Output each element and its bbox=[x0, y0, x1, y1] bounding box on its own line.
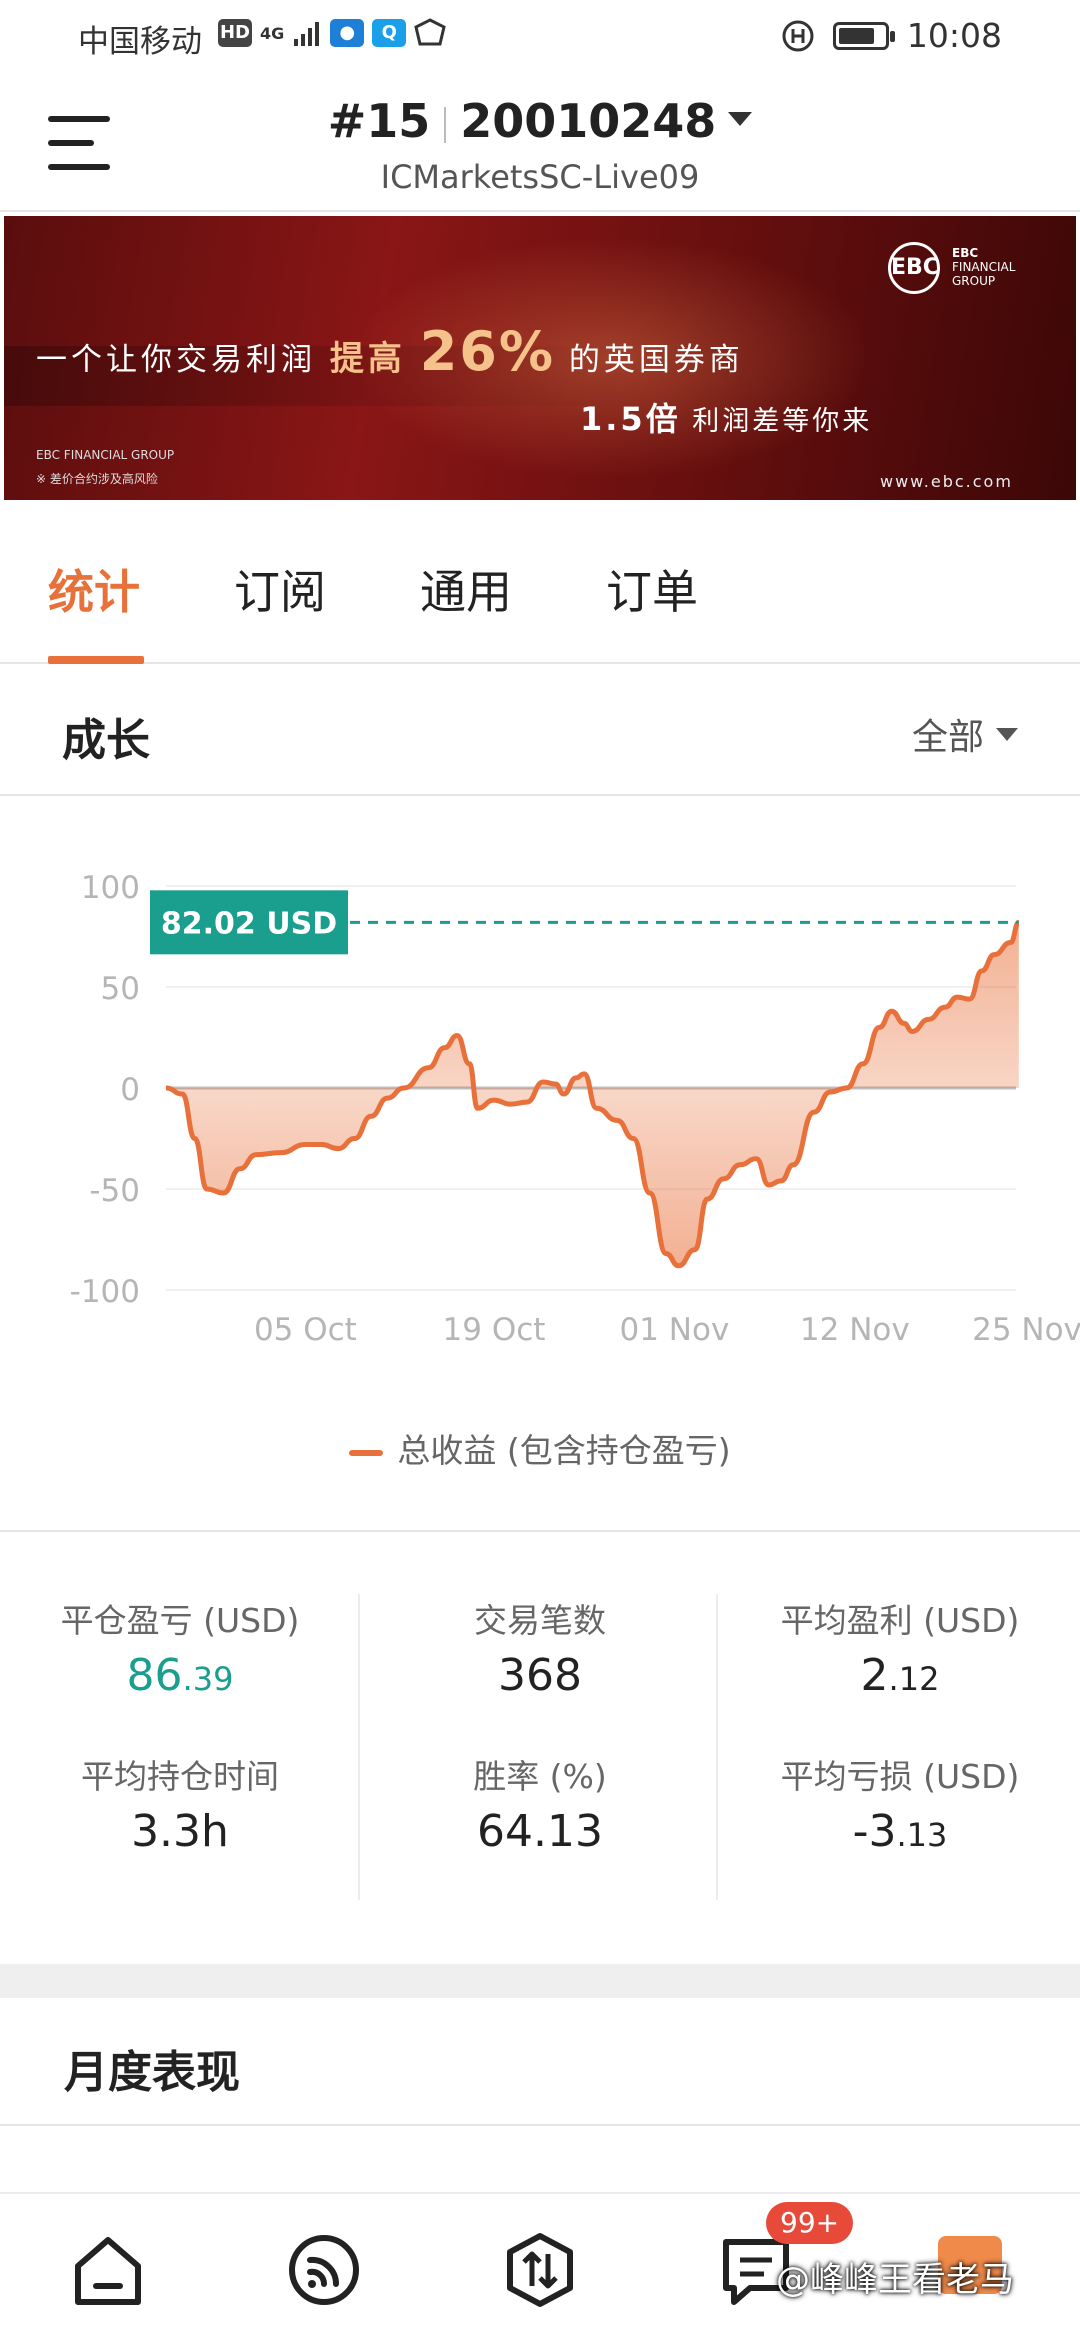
tab-subscribe[interactable]: 订阅 bbox=[234, 556, 326, 622]
stat-trade-count: 交易笔数 368 bbox=[360, 1594, 720, 1701]
account-header: #15 20010248 ICMarketsSC-Live09 bbox=[0, 72, 1080, 212]
tab-general[interactable]: 通用 bbox=[420, 556, 512, 622]
stat-closed-pnl: 平仓盈亏 (USD) 86.39 bbox=[0, 1594, 360, 1701]
clock: 10:08 bbox=[906, 16, 1002, 55]
divider bbox=[716, 1594, 718, 1900]
status-icons: HD 4G ● Q bbox=[218, 18, 446, 48]
feed-icon[interactable] bbox=[284, 2230, 364, 2310]
banner-multiplier: 1.5倍 bbox=[580, 400, 681, 438]
y-tick-label: -50 bbox=[89, 1173, 140, 1209]
active-tab-indicator bbox=[48, 656, 144, 664]
stat-value: 3.3h bbox=[131, 1806, 229, 1857]
notification-badge: 99+ bbox=[766, 2202, 854, 2244]
banner-risk-note: ※ 差价合约涉及高风险 bbox=[36, 472, 158, 486]
growth-title: 成长 bbox=[62, 715, 150, 766]
tab-stats[interactable]: 统计 bbox=[48, 556, 140, 622]
trade-icon[interactable] bbox=[500, 2230, 580, 2310]
divider bbox=[0, 1530, 1080, 1532]
stat-label: 胜率 (%) bbox=[473, 1757, 607, 1796]
stat-avg-profit: 平均盈利 (USD) 2.12 bbox=[720, 1594, 1080, 1701]
legend-swatch bbox=[349, 1449, 384, 1456]
monthly-performance-header: 月度表现 bbox=[0, 1998, 1080, 2126]
server-name: ICMarketsSC-Live09 bbox=[380, 158, 700, 196]
banner-subline: 1.5倍 利润差等你来 bbox=[580, 394, 872, 440]
banner-text-a: 一个让你交易利润 bbox=[36, 342, 316, 378]
growth-chart-svg: 100 50 0 -50 -100 05 Oct 19 Oct 01 Nov 12 Nov 25 … bbox=[70, 870, 1080, 1348]
data-saver-icon bbox=[782, 20, 814, 51]
signal-icon bbox=[294, 22, 320, 46]
divider bbox=[358, 1594, 360, 1900]
account-number: #15 bbox=[327, 94, 431, 148]
banner-corner-brand: EBC FINANCIAL GROUP bbox=[36, 448, 175, 462]
stat-label: 平均亏损 (USD) bbox=[780, 1757, 1020, 1796]
stat-value: 368 bbox=[498, 1650, 582, 1701]
tab-orders[interactable]: 订单 bbox=[606, 556, 698, 622]
x-tick-label: 25 Nov bbox=[972, 1312, 1080, 1348]
section-separator bbox=[0, 1964, 1080, 1998]
stat-value: 2.12 bbox=[860, 1650, 940, 1701]
chart-legend: 总收益 (包含持仓盈亏) bbox=[0, 1424, 1080, 1472]
y-tick-label: 100 bbox=[81, 870, 140, 906]
x-tick-label: 12 Nov bbox=[800, 1312, 910, 1348]
x-tick-label: 19 Oct bbox=[443, 1312, 546, 1348]
x-tick-label: 01 Nov bbox=[619, 1312, 729, 1348]
period-filter[interactable]: 全部 bbox=[912, 708, 1018, 760]
stats-grid: 平仓盈亏 (USD) 86.39 交易笔数 368 平均盈利 (USD) 2.1… bbox=[0, 1570, 1080, 1930]
x-tick-label: 05 Oct bbox=[254, 1312, 357, 1348]
banner-highlight: 提高 bbox=[329, 339, 406, 379]
account-id: 20010248 bbox=[460, 94, 717, 148]
y-tick-label: 50 bbox=[101, 971, 140, 1007]
banner-headline: 一个让你交易利润 提高 26% 的英国券商 bbox=[36, 320, 744, 383]
stat-value: -3.13 bbox=[852, 1806, 948, 1857]
search-app-icon: Q bbox=[372, 19, 407, 47]
watermark: @峰峰王看老马 bbox=[776, 2260, 1014, 2300]
stat-avg-hold-time: 平均持仓时间 3.3h bbox=[0, 1750, 360, 1857]
tab-bar: 统计 订阅 通用 订单 bbox=[0, 500, 1080, 664]
stat-value: 86.39 bbox=[126, 1650, 234, 1701]
legend-label: 总收益 (包含持仓盈亏) bbox=[397, 1431, 731, 1470]
y-tick-label: 0 bbox=[120, 1072, 140, 1108]
network-icon: 4G bbox=[260, 23, 285, 43]
account-selector[interactable]: #15 20010248 bbox=[0, 94, 1080, 148]
growth-header: 成长 全部 bbox=[0, 666, 1080, 796]
chevron-down-icon bbox=[996, 727, 1018, 741]
status-right: 10:08 bbox=[781, 16, 1002, 55]
current-value-label: 82.02 USD bbox=[161, 906, 337, 941]
banner-url: www.ebc.com bbox=[880, 472, 1013, 491]
carrier-label: 中国移动 bbox=[78, 24, 202, 60]
ad-banner[interactable]: 一个让你交易利润 提高 26% 的英国券商 1.5倍 利润差等你来 EBC EB… bbox=[4, 216, 1076, 500]
ebc-brand: EBC FINANCIAL GROUP bbox=[952, 246, 1016, 288]
stat-label: 平仓盈亏 (USD) bbox=[60, 1601, 300, 1640]
divider bbox=[444, 106, 447, 143]
stat-label: 平均持仓时间 bbox=[81, 1757, 279, 1796]
battery-icon bbox=[832, 21, 895, 50]
monthly-title: 月度表现 bbox=[64, 2047, 240, 2098]
shield-hand-icon bbox=[414, 18, 446, 46]
banner-subline-text: 利润差等你来 bbox=[692, 406, 873, 437]
chevron-down-icon bbox=[728, 111, 753, 126]
period-filter-label: 全部 bbox=[911, 717, 984, 758]
stat-label: 交易笔数 bbox=[474, 1601, 606, 1640]
home-icon[interactable] bbox=[68, 2230, 148, 2310]
stat-label: 平均盈利 (USD) bbox=[780, 1601, 1020, 1640]
banner-text-b: 的英国券商 bbox=[568, 342, 744, 378]
stat-win-rate: 胜率 (%) 64.13 bbox=[360, 1750, 720, 1857]
stat-avg-loss: 平均亏损 (USD) -3.13 bbox=[720, 1750, 1080, 1857]
banner-percent: 26% bbox=[419, 320, 555, 383]
growth-chart: 100 50 0 -50 -100 05 Oct 19 Oct 01 Nov 12 Nov 25 … bbox=[0, 798, 1080, 1528]
ebc-logo-icon: EBC bbox=[888, 242, 940, 294]
status-bar: 中国移动 HD 4G ● Q 10:08 bbox=[0, 0, 1080, 72]
stat-value: 64.13 bbox=[477, 1806, 603, 1857]
app-notify-icon: ● bbox=[330, 19, 365, 47]
hd-icon: HD bbox=[218, 19, 252, 47]
y-tick-label: -100 bbox=[70, 1274, 140, 1310]
